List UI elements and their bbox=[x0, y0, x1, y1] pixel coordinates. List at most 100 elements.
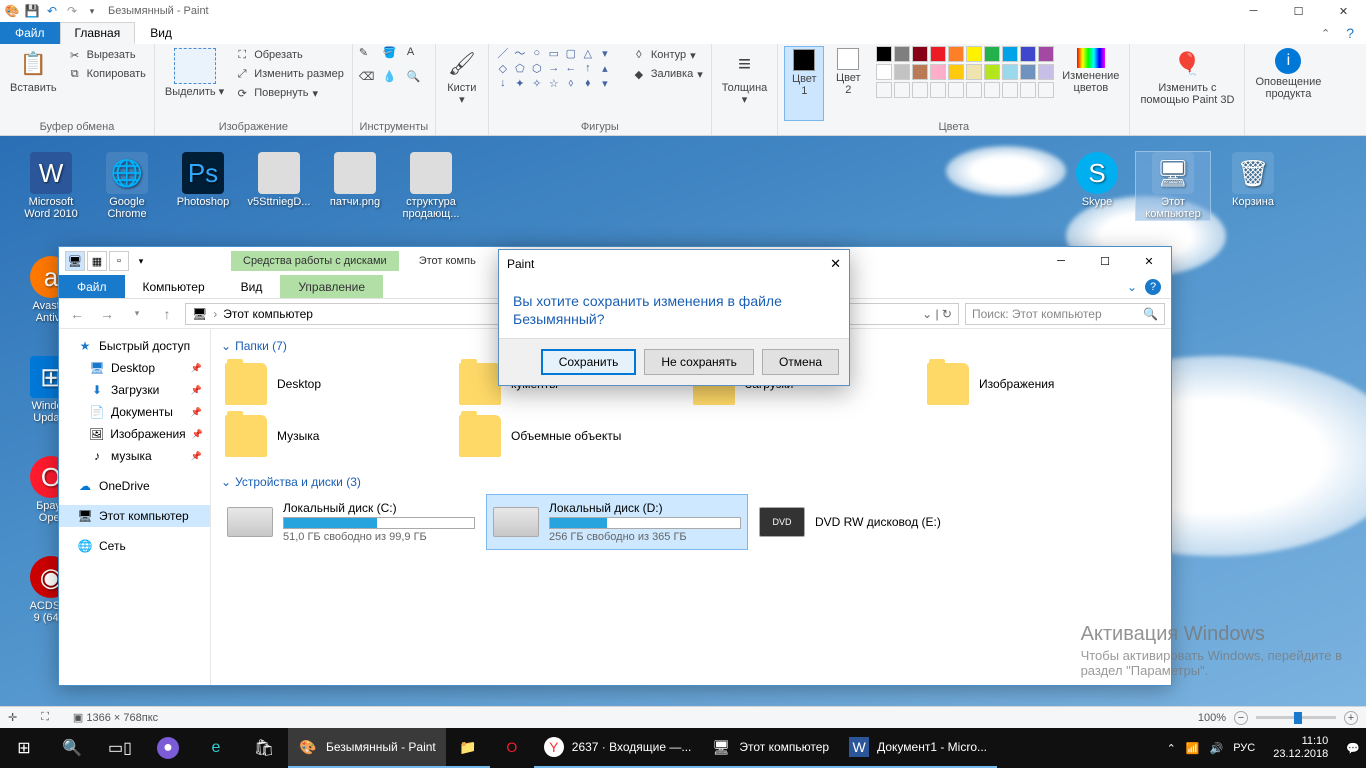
tray-notifications-icon[interactable]: 💬 bbox=[1346, 742, 1360, 755]
paint-canvas[interactable]: WMicrosoft Word 2010 🌐Google Chrome PsPh… bbox=[0, 136, 1366, 706]
desktop-icon-skype[interactable]: SSkype bbox=[1060, 152, 1134, 208]
zoom-slider[interactable] bbox=[1256, 716, 1336, 719]
shape-gallery[interactable]: ／〜○▭▢△▾ ◇⬠⬡→←↑▴ ↓✦✧☆⬨⬧▾ bbox=[495, 46, 619, 121]
eraser-tool[interactable]: ⌫ bbox=[359, 70, 381, 92]
taskbar-explorer[interactable]: 🖥Этот компьютер bbox=[701, 728, 839, 768]
drive-c[interactable]: Локальный диск (C:) 51,0 ГБ свободно из … bbox=[221, 495, 481, 549]
magnifier-tool[interactable]: 🔍 bbox=[407, 70, 429, 92]
nav-back[interactable]: ← bbox=[65, 302, 89, 326]
qat-customize-icon[interactable]: ▾ bbox=[84, 3, 100, 19]
color2-button[interactable]: Цвет 2 bbox=[828, 46, 868, 121]
taskview-button[interactable]: ▭▯ bbox=[96, 728, 144, 768]
nav-music[interactable]: ♪музыка📌 bbox=[59, 445, 210, 467]
nav-downloads[interactable]: ⬇Загрузки📌 bbox=[59, 379, 210, 401]
fill-tool[interactable]: 🪣 bbox=[383, 46, 405, 68]
close-button[interactable]: ✕ bbox=[1321, 0, 1366, 22]
zoom-out[interactable]: − bbox=[1234, 711, 1248, 725]
explorer-qat-drop-icon[interactable]: ▾ bbox=[131, 251, 151, 271]
taskbar-files[interactable]: 📁 bbox=[446, 728, 490, 768]
nav-recent[interactable]: ▾ bbox=[125, 302, 149, 326]
outline-button[interactable]: ◊Контур ▾ bbox=[629, 46, 705, 64]
taskbar-store[interactable]: 🛍 bbox=[240, 728, 288, 768]
minimize-button[interactable]: ─ bbox=[1231, 0, 1276, 22]
explorer-search[interactable]: Поиск: Этот компьютер 🔍 bbox=[965, 303, 1165, 325]
folder-3dobjects[interactable]: Объемные объекты bbox=[455, 411, 685, 461]
explorer-minimize[interactable]: ─ bbox=[1039, 247, 1083, 275]
tab-file[interactable]: Файл bbox=[0, 22, 60, 44]
desktop-icon-word[interactable]: WMicrosoft Word 2010 bbox=[14, 152, 88, 220]
folder-pictures[interactable]: Изображения bbox=[923, 359, 1153, 409]
nav-forward[interactable]: → bbox=[95, 302, 119, 326]
explorer-tab-computer[interactable]: Компьютер bbox=[125, 275, 223, 298]
rotate-button[interactable]: ⟳Повернуть ▾ bbox=[232, 84, 346, 102]
save-button[interactable]: Сохранить bbox=[541, 349, 637, 375]
section-drives[interactable]: ⌄Устройства и диски (3) bbox=[221, 475, 1161, 489]
desktop-icon-file2[interactable]: патчи.png bbox=[318, 152, 392, 208]
tray-expand-icon[interactable]: ⌃ bbox=[1167, 742, 1176, 755]
help-icon[interactable]: ? bbox=[1346, 25, 1354, 41]
taskbar-edge[interactable]: e bbox=[192, 728, 240, 768]
text-tool[interactable]: A bbox=[407, 46, 429, 68]
search-button[interactable]: 🔍 bbox=[48, 728, 96, 768]
dialog-close[interactable]: ✕ bbox=[830, 256, 841, 272]
desktop-icon-file1[interactable]: v5SttniegD... bbox=[242, 152, 316, 208]
drive-dvd[interactable]: DVD DVD RW дисковод (E:) bbox=[753, 495, 1013, 549]
explorer-tab-view[interactable]: Вид bbox=[223, 275, 281, 298]
cut-button[interactable]: ✂Вырезать bbox=[65, 46, 148, 64]
copy-button[interactable]: ⧉Копировать bbox=[65, 65, 148, 83]
explorer-help-icon[interactable]: ? bbox=[1145, 279, 1161, 295]
qat-save-icon[interactable]: 💾 bbox=[24, 3, 40, 19]
maximize-button[interactable]: ☐ bbox=[1276, 0, 1321, 22]
folder-desktop[interactable]: Desktop bbox=[221, 359, 451, 409]
drive-d[interactable]: Локальный диск (D:) 256 ГБ свободно из 3… bbox=[487, 495, 747, 549]
desktop-icon-photoshop[interactable]: PsPhotoshop bbox=[166, 152, 240, 208]
cortana-button[interactable]: ● bbox=[144, 728, 192, 768]
size-button[interactable]: ≡ Толщина▾ bbox=[718, 46, 772, 121]
qat-undo-icon[interactable]: ↶ bbox=[44, 3, 60, 19]
desktop-icon-file3[interactable]: структура продающ... bbox=[394, 152, 468, 220]
tab-view[interactable]: Вид bbox=[135, 22, 187, 44]
cancel-button[interactable]: Отмена bbox=[762, 349, 839, 375]
explorer-tab-file[interactable]: Файл bbox=[59, 275, 125, 298]
nav-network[interactable]: 🌐Сеть bbox=[59, 535, 210, 557]
tray-sound-icon[interactable]: 🔊 bbox=[1210, 742, 1224, 755]
explorer-collapse-icon[interactable]: ⌄ bbox=[1127, 280, 1137, 294]
nav-documents[interactable]: 📄Документы📌 bbox=[59, 401, 210, 423]
tray-lang[interactable]: РУС bbox=[1233, 742, 1255, 754]
nav-onedrive[interactable]: ☁OneDrive bbox=[59, 475, 210, 497]
qat-redo-icon[interactable]: ↷ bbox=[64, 3, 80, 19]
explorer-qat-new-icon[interactable]: ▫ bbox=[109, 251, 129, 271]
taskbar-yandex[interactable]: Y2637 · Входящие —... bbox=[534, 728, 702, 768]
nav-quick[interactable]: ★Быстрый доступ bbox=[59, 335, 210, 357]
desktop-icon-thispc[interactable]: 🖥Этот компьютер bbox=[1136, 152, 1210, 220]
explorer-qat-props-icon[interactable]: ▦ bbox=[87, 251, 107, 271]
nav-thispc[interactable]: 🖥Этот компьютер bbox=[59, 505, 210, 527]
dont-save-button[interactable]: Не сохранять bbox=[644, 349, 754, 375]
tray-clock[interactable]: 11:10 23.12.2018 bbox=[1265, 735, 1336, 761]
taskbar-paint[interactable]: 🎨Безымянный - Paint bbox=[288, 728, 446, 768]
desktop-icon-recycle[interactable]: 🗑Корзина bbox=[1216, 152, 1290, 208]
explorer-maximize[interactable]: ☐ bbox=[1083, 247, 1127, 275]
explorer-close[interactable]: ✕ bbox=[1127, 247, 1171, 275]
color-gallery[interactable] bbox=[876, 46, 1054, 98]
tab-home[interactable]: Главная bbox=[60, 22, 136, 44]
crop-button[interactable]: ⛶Обрезать bbox=[232, 46, 346, 64]
taskbar-word[interactable]: WДокумент1 - Micro... bbox=[839, 728, 997, 768]
start-button[interactable]: ⊞ bbox=[0, 728, 48, 768]
select-button[interactable]: Выделить ▾ bbox=[161, 46, 228, 121]
zoom-in[interactable]: + bbox=[1344, 711, 1358, 725]
explorer-tab-manage[interactable]: Управление bbox=[280, 275, 383, 298]
nav-up[interactable]: ↑ bbox=[155, 302, 179, 326]
paste-button[interactable]: 📋 Вставить bbox=[6, 46, 61, 121]
nav-desktop[interactable]: 🖥Desktop📌 bbox=[59, 357, 210, 379]
pencil-tool[interactable]: ✎ bbox=[359, 46, 381, 68]
tray-network-icon[interactable]: 📶 bbox=[1186, 742, 1200, 755]
desktop-icon-chrome[interactable]: 🌐Google Chrome bbox=[90, 152, 164, 220]
folder-music[interactable]: Музыка bbox=[221, 411, 451, 461]
color1-button[interactable]: Цвет 1 bbox=[784, 46, 824, 121]
edit-colors-button[interactable]: Изменение цветов bbox=[1058, 46, 1123, 121]
paint3d-button[interactable]: 🎈 Изменить с помощью Paint 3D bbox=[1136, 46, 1238, 121]
resize-button[interactable]: ⤢Изменить размер bbox=[232, 65, 346, 83]
nav-pictures[interactable]: 🖼Изображения📌 bbox=[59, 423, 210, 445]
brushes-button[interactable]: 🖌 Кисти▾ bbox=[442, 46, 482, 121]
